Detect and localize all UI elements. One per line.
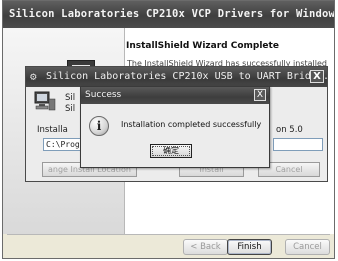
message-title: Success	[81, 87, 269, 104]
wizard-cancel-button[interactable]: Cancel	[285, 239, 330, 255]
message-close-button[interactable]: X	[254, 89, 266, 101]
install-location-label: Installa	[37, 125, 68, 135]
wizard-footer-divider	[7, 234, 330, 235]
installer-close-button[interactable]: X	[310, 70, 324, 83]
wizard-title-bar: Silicon Laboratories CP210x VCP Drivers …	[3, 1, 334, 28]
installer-title-bar: ⚙ Silicon Laboratories CP210x USB to UAR…	[26, 67, 327, 87]
info-icon: i	[89, 116, 109, 136]
install-path-field-tail	[273, 138, 323, 151]
app-gear-icon: ⚙	[30, 70, 37, 83]
finish-button[interactable]: Finish	[227, 239, 272, 255]
installer-title-text: Silicon Laboratories CP210x USB to UART …	[46, 71, 327, 82]
wizard-heading: InstallShield Wizard Complete	[126, 41, 279, 51]
computer-icon	[34, 91, 56, 111]
product-label-line-2: Sil	[65, 104, 76, 114]
success-message-box: Success X i Installation completed succe…	[80, 86, 270, 168]
success-message-text: Installation completed successfully	[121, 120, 262, 129]
ok-button[interactable]: 确定	[150, 144, 192, 158]
back-button[interactable]: < Back	[183, 239, 228, 255]
product-label-line-1: Sil	[65, 93, 76, 103]
version-text: on 5.0	[276, 125, 303, 135]
